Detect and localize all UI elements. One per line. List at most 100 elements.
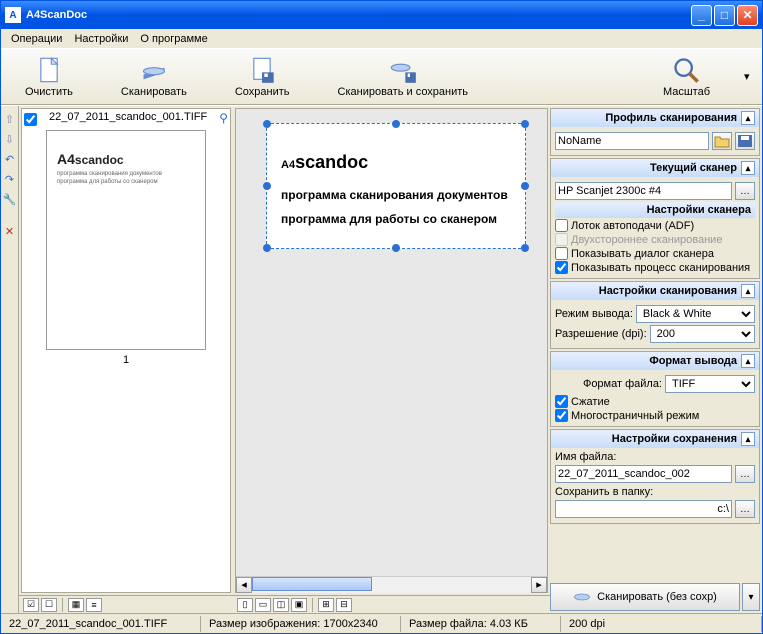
statusbar: 22_07_2011_scandoc_001.TIFF Размер изобр… xyxy=(1,613,762,633)
diskette-icon xyxy=(737,134,753,148)
doc-logo: A4scandoc xyxy=(281,142,511,176)
preview-pane: A4scandoc программа сканирования докумен… xyxy=(235,108,548,593)
filename-browse-button[interactable]: … xyxy=(735,465,755,483)
document-selection[interactable]: A4scandoc программа сканирования докумен… xyxy=(266,123,526,249)
profile-name-input[interactable] xyxy=(555,132,709,150)
thumbnail-filename: 22_07_2011_scandoc_001.TIFF xyxy=(39,111,217,123)
magnifier-icon xyxy=(672,56,700,84)
scroll-track[interactable] xyxy=(252,577,531,593)
scan-save-button[interactable]: Сканировать и сохранить xyxy=(324,54,483,100)
collapse-button[interactable]: ▴ xyxy=(741,284,755,298)
output-section: Формат вывода▴ Формат файла:TIFF Сжатие … xyxy=(550,351,760,427)
delete-icon[interactable]: ✕ xyxy=(3,224,17,238)
scroll-right-button[interactable]: ▸ xyxy=(531,577,547,593)
scan-no-save-button[interactable]: Сканировать (без сохр) xyxy=(550,583,740,611)
preview-controls: ▯ ▭ ◫ ▣ ⊞ ⊟ xyxy=(233,595,550,613)
filename-label: Имя файла: xyxy=(555,451,755,463)
settings-icon[interactable]: 🔧 xyxy=(3,192,17,206)
resize-handle[interactable] xyxy=(392,244,400,252)
grid-view-button[interactable]: ▦ xyxy=(68,598,84,612)
folder-input[interactable] xyxy=(555,500,732,518)
scanner-title: Текущий сканер xyxy=(555,162,737,174)
horizontal-scrollbar[interactable]: ◂ ▸ xyxy=(236,576,547,592)
folder-browse-button[interactable]: … xyxy=(735,500,755,518)
pin-icon[interactable]: ⚲ xyxy=(219,111,228,125)
menu-operations[interactable]: Операции xyxy=(5,31,68,47)
move-up-icon[interactable]: ⇧ xyxy=(3,112,17,126)
app-window: A A4ScanDoc _ □ ✕ Операции Настройки О п… xyxy=(0,0,763,634)
menu-settings[interactable]: Настройки xyxy=(68,31,134,47)
window-title: A4ScanDoc xyxy=(26,9,87,21)
status-dimensions: Размер изображения: 1700x2340 xyxy=(201,616,401,632)
thumbnail-pane: 22_07_2011_scandoc_001.TIFF ⚲ A4scandoc … xyxy=(21,108,231,593)
profile-open-button[interactable] xyxy=(712,132,732,150)
resize-handle[interactable] xyxy=(263,244,271,252)
thumbnail-page-number: 1 xyxy=(24,354,228,366)
filename-input[interactable] xyxy=(555,465,732,483)
scan-save-icon xyxy=(389,56,417,84)
zoom-dropdown[interactable]: ▾ xyxy=(744,70,752,83)
view-mode-6[interactable]: ⊟ xyxy=(336,598,352,612)
compress-checkbox[interactable] xyxy=(555,395,568,408)
collapse-button[interactable]: ▴ xyxy=(741,161,755,175)
collapse-button[interactable]: ▴ xyxy=(741,111,755,125)
scroll-thumb[interactable] xyxy=(252,577,372,591)
close-button[interactable]: ✕ xyxy=(737,5,758,26)
folder-label: Сохранить в папку: xyxy=(555,486,755,498)
resize-handle[interactable] xyxy=(263,120,271,128)
body-area: ⇧ ⇩ ↶ ↷ 🔧 ✕ 22_07_2011_scandoc_001.TIFF … xyxy=(1,105,762,613)
profile-save-button[interactable] xyxy=(735,132,755,150)
minimize-button[interactable]: _ xyxy=(691,5,712,26)
collapse-button[interactable]: ▴ xyxy=(741,354,755,368)
resize-handle[interactable] xyxy=(521,120,529,128)
check-all-button[interactable]: ☑ xyxy=(23,598,39,612)
output-title: Формат вывода xyxy=(555,355,737,367)
resize-handle[interactable] xyxy=(392,120,400,128)
scanner-section: Текущий сканер▴ … Настройки сканера Лото… xyxy=(550,158,760,279)
titlebar[interactable]: A A4ScanDoc _ □ ✕ xyxy=(1,1,762,29)
save-button[interactable]: Сохранить xyxy=(221,54,304,100)
view-mode-4[interactable]: ▣ xyxy=(291,598,307,612)
list-view-button[interactable]: ≡ xyxy=(86,598,102,612)
multipage-checkbox[interactable] xyxy=(555,409,568,422)
scan-button[interactable]: Сканировать xyxy=(107,54,201,100)
scan-settings-title: Настройки сканирования xyxy=(555,285,737,297)
scanner-icon xyxy=(140,56,168,84)
thumbnail-preview[interactable]: A4scandoc программа сканирования докумен… xyxy=(46,130,206,350)
profile-title: Профиль сканирования xyxy=(555,112,737,124)
status-filesize: Размер файла: 4.03 КБ xyxy=(401,616,561,632)
dialog-checkbox[interactable] xyxy=(555,247,568,260)
adf-checkbox[interactable] xyxy=(555,219,568,232)
rotate-left-icon[interactable]: ↶ xyxy=(3,152,17,166)
thumbnail-checkbox[interactable] xyxy=(24,113,37,126)
view-mode-1[interactable]: ▯ xyxy=(237,598,253,612)
thumbnail-controls: ☑ ☐ ▦ ≡ xyxy=(19,595,233,613)
thumbnail-item[interactable]: 22_07_2011_scandoc_001.TIFF ⚲ A4scandoc … xyxy=(22,109,230,368)
move-down-icon[interactable]: ⇩ xyxy=(3,132,17,146)
page-icon xyxy=(35,56,63,84)
view-mode-5[interactable]: ⊞ xyxy=(318,598,334,612)
rotate-right-icon[interactable]: ↷ xyxy=(3,172,17,186)
scroll-left-button[interactable]: ◂ xyxy=(236,577,252,593)
app-icon: A xyxy=(5,7,21,23)
scanner-name-input[interactable] xyxy=(555,182,732,200)
dpi-select[interactable]: 200 xyxy=(650,325,755,343)
file-format-select[interactable]: TIFF xyxy=(665,375,755,393)
scanner-browse-button[interactable]: … xyxy=(735,182,755,200)
progress-checkbox[interactable] xyxy=(555,261,568,274)
preview-canvas[interactable]: A4scandoc программа сканирования докумен… xyxy=(236,109,547,576)
clear-button[interactable]: Очистить xyxy=(11,54,87,100)
resize-handle[interactable] xyxy=(521,244,529,252)
scan-dropdown-button[interactable]: ▾ xyxy=(742,583,760,611)
resize-handle[interactable] xyxy=(521,182,529,190)
view-mode-2[interactable]: ▭ xyxy=(255,598,271,612)
view-mode-3[interactable]: ◫ xyxy=(273,598,289,612)
maximize-button[interactable]: □ xyxy=(714,5,735,26)
collapse-button[interactable]: ▴ xyxy=(741,432,755,446)
resize-handle[interactable] xyxy=(263,182,271,190)
output-mode-select[interactable]: Black & White xyxy=(636,305,755,323)
uncheck-all-button[interactable]: ☐ xyxy=(41,598,57,612)
menu-about[interactable]: О программе xyxy=(134,31,213,47)
zoom-button[interactable]: Масштаб xyxy=(649,54,724,100)
scan-settings-section: Настройки сканирования▴ Режим вывода:Bla… xyxy=(550,281,760,349)
